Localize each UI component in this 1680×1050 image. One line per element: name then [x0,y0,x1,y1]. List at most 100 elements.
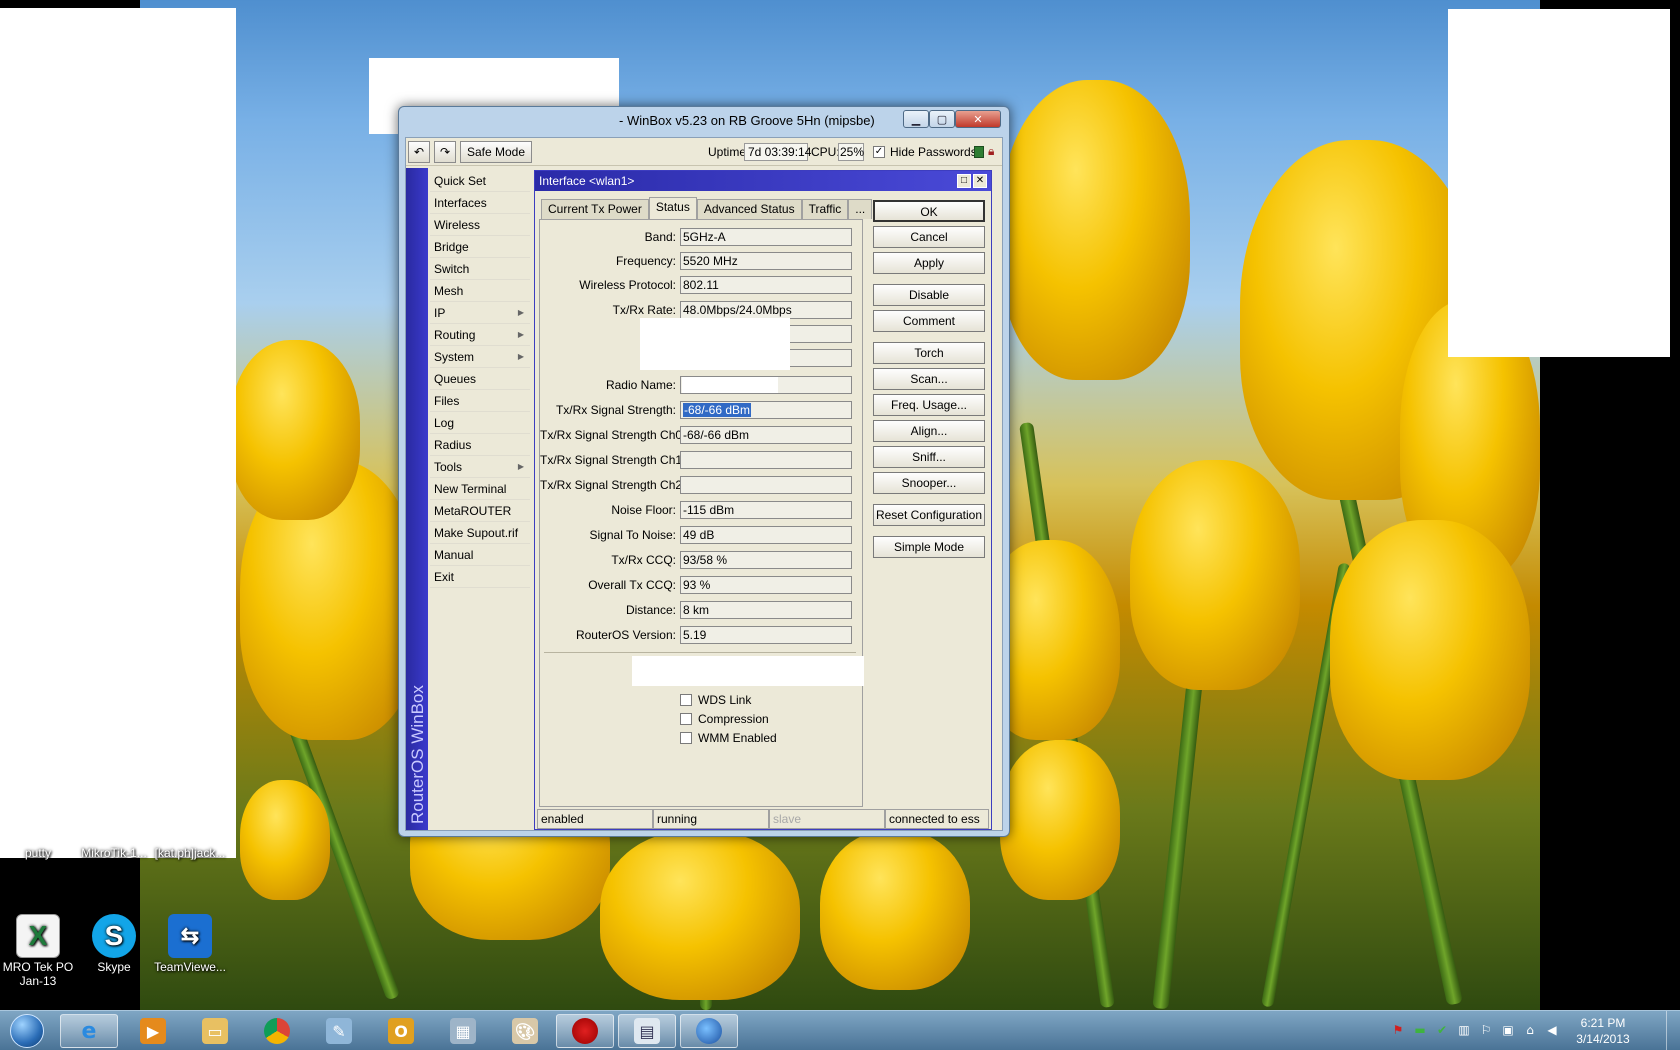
sidebar-item-files[interactable]: Files [430,390,530,412]
chrome-icon [264,1018,290,1044]
tab-current-tx-power[interactable]: Current Tx Power [541,199,649,219]
sidebar-item-log[interactable]: Log [430,412,530,434]
taskbar-chrome[interactable] [248,1014,306,1048]
sidebar-item-exit[interactable]: Exit [430,566,530,588]
tab-more[interactable]: ... [848,199,873,219]
sidebar-item-manual[interactable]: Manual [430,544,530,566]
sidebar-item-label: Log [434,416,455,430]
sidebar-item-routing[interactable]: Routing ▶ [430,324,530,346]
undo-button[interactable]: ↶ [408,141,430,163]
cancel-button[interactable]: Cancel [873,226,985,248]
reset-configuration-button[interactable]: Reset Configuration [873,504,985,526]
clock[interactable]: 6:21 PM 3/14/2013 [1568,1015,1638,1047]
taskbar-winbox[interactable] [556,1014,614,1048]
dialog-maximize-button[interactable]: □ [957,174,971,188]
sidebar-item-tools[interactable]: Tools ▶ [430,456,530,478]
taskbar-google-earth[interactable] [680,1014,738,1048]
simple-mode-button[interactable]: Simple Mode [873,536,985,558]
display-icon[interactable]: ▣ [1500,1022,1516,1038]
status-slave: slave [769,809,885,829]
maximize-icon: ▢ [936,112,948,126]
desktop-icon-teamviewer[interactable]: ⇆ TeamViewe... [150,914,230,974]
freq-usage-button[interactable]: Freq. Usage... [873,394,985,416]
desktop-icon-putty[interactable]: putty [0,846,78,860]
comment-button[interactable]: Comment [873,310,985,332]
close-button[interactable]: ✕ [955,110,1001,128]
ok-button[interactable]: OK [873,200,985,222]
field-signal: Tx/Rx Signal Strength: -68/-66 dBm [540,401,860,419]
protocol-value: 802.11 [680,276,852,294]
sidebar-item-bridge[interactable]: Bridge [430,236,530,258]
align-button[interactable]: Align... [873,420,985,442]
taskbar-ie[interactable]: e [60,1014,118,1048]
wmm-row: WMM Enabled [680,730,777,746]
security-check-icon[interactable]: ✔ [1434,1022,1450,1038]
tab-advanced-status[interactable]: Advanced Status [696,199,802,219]
interface-dialog: Interface <wlan1> □ ✕ Current Tx Power St… [534,170,992,830]
sidebar-item-system[interactable]: System ▶ [430,346,530,368]
torch-button[interactable]: Torch [873,342,985,364]
tab-status[interactable]: Status [648,197,697,219]
paint-icon: 🎨︎ [512,1018,538,1044]
taskbar-outlook[interactable]: O [372,1014,430,1048]
sniff-button[interactable]: Sniff... [873,446,985,468]
battery-icon[interactable]: ▬ [1412,1022,1428,1038]
compression-checkbox[interactable] [680,713,692,725]
volume-icon[interactable]: ◀ [1544,1022,1560,1038]
sidebar-item-radius[interactable]: Radius [430,434,530,456]
taskbar-paint[interactable]: 🎨︎ [496,1014,554,1048]
taskbar-notes[interactable]: ✎ [310,1014,368,1048]
sidebar-item-mesh[interactable]: Mesh [430,280,530,302]
show-desktop-button[interactable] [1666,1011,1680,1050]
redo-button[interactable]: ↷ [434,141,456,163]
uptime-value: 7d 03:39:14 [744,143,811,161]
desktop-icon-katph[interactable]: [kat.ph]jack... [150,846,230,860]
check-icon: ✓ [874,146,884,157]
safe-mode-button[interactable]: Safe Mode [460,141,532,163]
wds-link-checkbox[interactable] [680,694,692,706]
sidebar-item-queues[interactable]: Queues [430,368,530,390]
snr-label: Signal To Noise: [589,528,677,542]
flag-icon[interactable]: ⚑ [1390,1022,1406,1038]
compression-row: Compression [680,711,769,727]
dialog-close-button[interactable]: ✕ [973,174,987,188]
system-tray: ⚑ ▬ ✔ ▥ ⚐ ▣ ⌂ ◀ [1390,1022,1560,1038]
start-button[interactable] [4,1012,50,1050]
sidebar-item-new-terminal[interactable]: New Terminal [430,478,530,500]
disable-button[interactable]: Disable [873,284,985,306]
tab-traffic[interactable]: Traffic [801,199,849,219]
sidebar-item-wireless[interactable]: Wireless [430,214,530,236]
hide-passwords-checkbox[interactable]: ✓ [873,146,885,158]
action-center-icon[interactable]: ⚐ [1478,1022,1494,1038]
signal-value[interactable]: -68/-66 dBm [680,401,852,419]
wmm-checkbox[interactable] [680,732,692,744]
sidebar-item-metarouter[interactable]: MetaROUTER [430,500,530,522]
minimize-button[interactable]: ▁ [903,110,929,128]
sidebar-item-quick-set[interactable]: Quick Set [430,170,530,192]
dialog-titlebar[interactable]: Interface <wlan1> □ ✕ [535,171,991,191]
scan-button[interactable]: Scan... [873,368,985,390]
winbox-client-area: ↶ ↷ Safe Mode Uptime: 7d 03:39:14 CPU: 2… [405,137,1003,831]
ccq-value: 93/58 % [680,551,852,569]
network-icon[interactable]: ▥ [1456,1022,1472,1038]
taskbar-window[interactable]: ▤ [618,1014,676,1048]
snooper-button[interactable]: Snooper... [873,472,985,494]
window-titlebar[interactable]: - WinBox v5.23 on RB Groove 5Hn (mipsbe)… [399,107,1009,135]
desktop-icon-excel[interactable]: X MRO Tek PO Jan-13 [0,914,78,988]
sidebar-item-switch[interactable]: Switch [430,258,530,280]
desktop-icon-mikrotik[interactable]: MikroTik-1... [74,846,154,860]
sidebar-item-ip[interactable]: IP ▶ [430,302,530,324]
toolbar: ↶ ↷ Safe Mode Uptime: 7d 03:39:14 CPU: 2… [406,138,1002,166]
maximize-button[interactable]: ▢ [929,110,955,128]
signal-ch0-label: Tx/Rx Signal Strength Ch0: [540,428,686,442]
sidebar-item-make-supout-rif[interactable]: Make Supout.rif [430,522,530,544]
routeros-value: 5.19 [680,626,852,644]
taskbar-calculator[interactable]: ▦ [434,1014,492,1048]
apply-button[interactable]: Apply [873,252,985,274]
desktop-icon-skype[interactable]: S Skype [74,914,154,974]
teamviewer-icon: ⇆ [168,914,212,958]
sidebar-item-interfaces[interactable]: Interfaces [430,192,530,214]
taskbar-media-player[interactable]: ▶ [124,1014,182,1048]
taskbar-explorer[interactable]: ▭ [186,1014,244,1048]
show-hidden-icon[interactable]: ⌂ [1522,1022,1538,1038]
